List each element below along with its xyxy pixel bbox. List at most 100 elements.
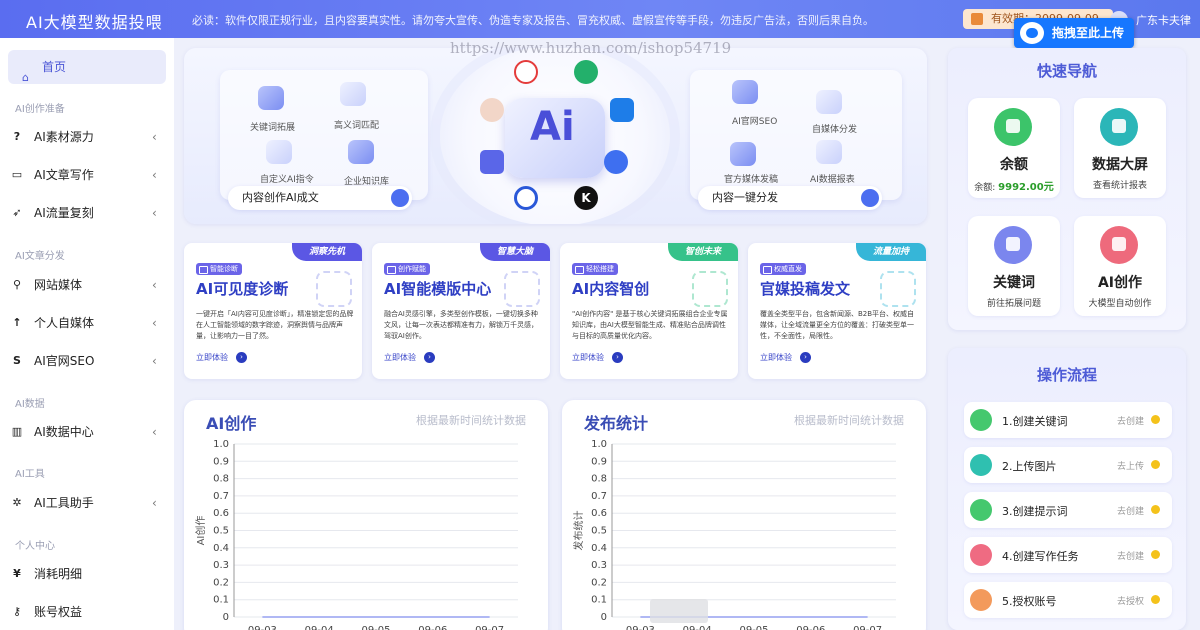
- sidebar-item-label: 网站媒体: [34, 278, 83, 292]
- coin-icon: [1151, 595, 1160, 604]
- chevron-icon: ‹: [152, 130, 157, 144]
- card-try-link[interactable]: 立即体验 ›: [760, 352, 811, 363]
- card-corner-tag: 流量加持: [856, 243, 926, 261]
- quick-nav-balance[interactable]: 余额 余额: 9992.00元: [968, 98, 1060, 198]
- x-tick-label: 09-05: [361, 625, 390, 630]
- username[interactable]: 广东卡夫律: [1136, 12, 1191, 28]
- workflow-step[interactable]: 5.授权账号 去授权: [964, 582, 1172, 618]
- card-badge: 创作赋能: [384, 263, 430, 275]
- hero-right-label: 官方媒体发稿: [724, 175, 779, 185]
- notice-text: 必读：软件仅限正规行业，且内容要真实性。请勿夸大宣传、伪造专家及报告、冒充权威、…: [192, 14, 874, 27]
- feature-card-visibility[interactable]: 洞察先机 智能诊断 AI可见度诊断 一键开启「AI内容可见度诊断」，精准锁定您的…: [184, 243, 362, 379]
- custom-command-icon: [266, 140, 292, 164]
- crown-icon: [971, 13, 983, 25]
- hero-left-label: 高义词匹配: [334, 121, 380, 131]
- step-label: 3.创建提示词: [1002, 505, 1068, 518]
- sidebar-item-consumption[interactable]: ¥ 消耗明细: [0, 561, 174, 587]
- workflow-step[interactable]: 1.创建关键词 去创建: [964, 402, 1172, 438]
- y-tick-label: 0.5: [591, 526, 607, 537]
- sidebar-item-seo[interactable]: S AI官网SEO ‹: [0, 348, 174, 374]
- user-icon: [970, 589, 992, 611]
- workflow-step[interactable]: 4.创建写作任务 去创建: [964, 537, 1172, 573]
- bar-chart-icon: ▥: [11, 425, 23, 438]
- feature-card-official-media[interactable]: 流量加持 权威直发 官媒投稿发文 覆盖全类型平台，包含新闻源、B2B平台、权威自…: [748, 243, 926, 379]
- quick-nav-tile-title: AI创作: [1097, 275, 1143, 291]
- step-action[interactable]: 去创建: [1117, 549, 1144, 562]
- step-label: 1.创建关键词: [1002, 415, 1068, 428]
- card-try-label: 立即体验: [572, 353, 604, 362]
- card-try-link[interactable]: 立即体验 ›: [384, 352, 435, 363]
- sidebar-item-tools[interactable]: ✲ AI工具助手 ‹: [0, 490, 174, 516]
- card-title: AI可见度诊断: [196, 280, 289, 298]
- y-tick-label: 0.2: [591, 577, 607, 588]
- official-media-icon: [730, 142, 756, 166]
- model-logo-icon: [514, 60, 538, 84]
- lightning-icon: [316, 271, 352, 307]
- one-click-distribute-button[interactable]: 内容一键分发: [698, 186, 882, 210]
- y-tick-label: 0.1: [591, 595, 607, 606]
- y-tick-label: 0.2: [213, 577, 229, 588]
- quick-nav-keywords[interactable]: 关键词 前往拓展问题: [968, 216, 1060, 316]
- step-action[interactable]: 去创建: [1117, 414, 1144, 427]
- chevron-icon: ‹: [152, 354, 157, 368]
- y-tick-label: 0: [601, 612, 607, 623]
- feature-card-content[interactable]: 智创未来 轻松搭建 AI内容智创 "AI创作内容" 是基于核心关键词拓展组合企业…: [560, 243, 738, 379]
- quick-nav-dashboard[interactable]: 数据大屏 查看统计报表: [1074, 98, 1166, 198]
- workflow-step[interactable]: 2.上传图片 去上传: [964, 447, 1172, 483]
- hero-left-panel: [220, 70, 428, 200]
- sidebar-item-label: AI流量复刻: [34, 206, 94, 220]
- hero-left-label: 关键词拓展: [250, 123, 296, 133]
- drag-upload-button[interactable]: 拖拽至此上传: [1014, 18, 1134, 48]
- feature-card-template[interactable]: 智慧大脑 创作赋能 AI智能模版中心 融合AI灵感引擎，多类型创作模板，一键切换…: [372, 243, 550, 379]
- step-action[interactable]: 去上传: [1117, 459, 1144, 472]
- knowledge-base-icon: [348, 140, 374, 164]
- yen-icon: ¥: [13, 567, 21, 580]
- data-report-icon: [816, 140, 842, 164]
- card-badge: 智能诊断: [196, 263, 242, 275]
- sidebar-item-home[interactable]: ⌂ 首页: [8, 50, 166, 84]
- card-try-link[interactable]: 立即体验 ›: [196, 352, 247, 363]
- chevron-icon: ‹: [152, 425, 157, 439]
- sidebar-item-writing[interactable]: ▭ AI文章写作 ‹: [0, 162, 174, 188]
- quick-nav-tile-sub: 前往拓展问题: [986, 299, 1041, 309]
- sidebar-item-label: AI素材源力: [34, 130, 94, 144]
- coin-icon: [1151, 505, 1160, 514]
- chart-plot: 1.0 0.9 0.8 0.7 0.6 0.5 0.4 0.3 0.2 0.1 0 发布统计 09-03…: [572, 439, 896, 630]
- ai-template-icon: [504, 271, 540, 307]
- coin-icon: [1151, 550, 1160, 559]
- chevron-icon: ‹: [152, 316, 157, 330]
- card-try-link[interactable]: 立即体验 ›: [572, 352, 623, 363]
- sidebar-item-website-media[interactable]: ⚲ 网站媒体 ‹: [0, 272, 174, 298]
- step-label: 2.上传图片: [1002, 460, 1057, 473]
- workflow-step[interactable]: 3.创建提示词 去创建: [964, 492, 1172, 528]
- quick-nav-panel: 快速导航 余额 余额: 9992.00元 数据大屏 查看统计报表 关键词 前往拓…: [948, 48, 1186, 330]
- y-tick-label: 0.4: [591, 543, 607, 554]
- sidebar-item-data-center[interactable]: ▥ AI数据中心 ‹: [0, 419, 174, 445]
- sidebar-item-account[interactable]: ⚷ 账号权益: [0, 599, 174, 625]
- quick-nav-tile-title: 余额: [1000, 157, 1028, 173]
- sidebar-item-label: AI工具助手: [34, 496, 94, 510]
- chip-icon: [861, 189, 879, 207]
- y-tick-label: 0.9: [591, 456, 607, 467]
- sidebar-group-label: AI文章分发: [15, 251, 65, 262]
- app-title: AI大模型数据投喂: [26, 13, 163, 32]
- card-badge: 权威直发: [760, 263, 806, 275]
- sidebar-item-self-media[interactable]: ↑ 个人自媒体 ‹: [0, 310, 174, 336]
- question-icon: ?: [13, 130, 21, 143]
- y-tick-label: 1.0: [213, 439, 229, 450]
- y-tick-label: 0.7: [213, 491, 229, 502]
- step-action[interactable]: 去创建: [1117, 504, 1144, 517]
- x-tick-label: 09-04: [683, 625, 712, 630]
- kimi-logo-icon: K: [574, 186, 598, 210]
- ai-core-text: Ai: [530, 104, 575, 150]
- card-try-label: 立即体验: [384, 353, 416, 362]
- sidebar-item-label: AI文章写作: [34, 168, 94, 182]
- ai-writing-button[interactable]: 内容创作AI成文: [228, 186, 412, 210]
- quick-nav-ai-create[interactable]: AI创作 大模型自动创作: [1074, 216, 1166, 316]
- sidebar-item-material[interactable]: ? AI素材源力 ‹: [0, 124, 174, 150]
- step-action[interactable]: 去授权: [1117, 594, 1144, 607]
- workflow-panel: 操作流程 1.创建关键词 去创建 2.上传图片 去上传 3.创建提示词 去创建 4.创…: [948, 348, 1186, 630]
- tooltip-box: [650, 599, 708, 623]
- sidebar-item-traffic[interactable]: ➶ AI流量复刻 ‹: [0, 200, 174, 226]
- model-logo-icon: [514, 186, 538, 210]
